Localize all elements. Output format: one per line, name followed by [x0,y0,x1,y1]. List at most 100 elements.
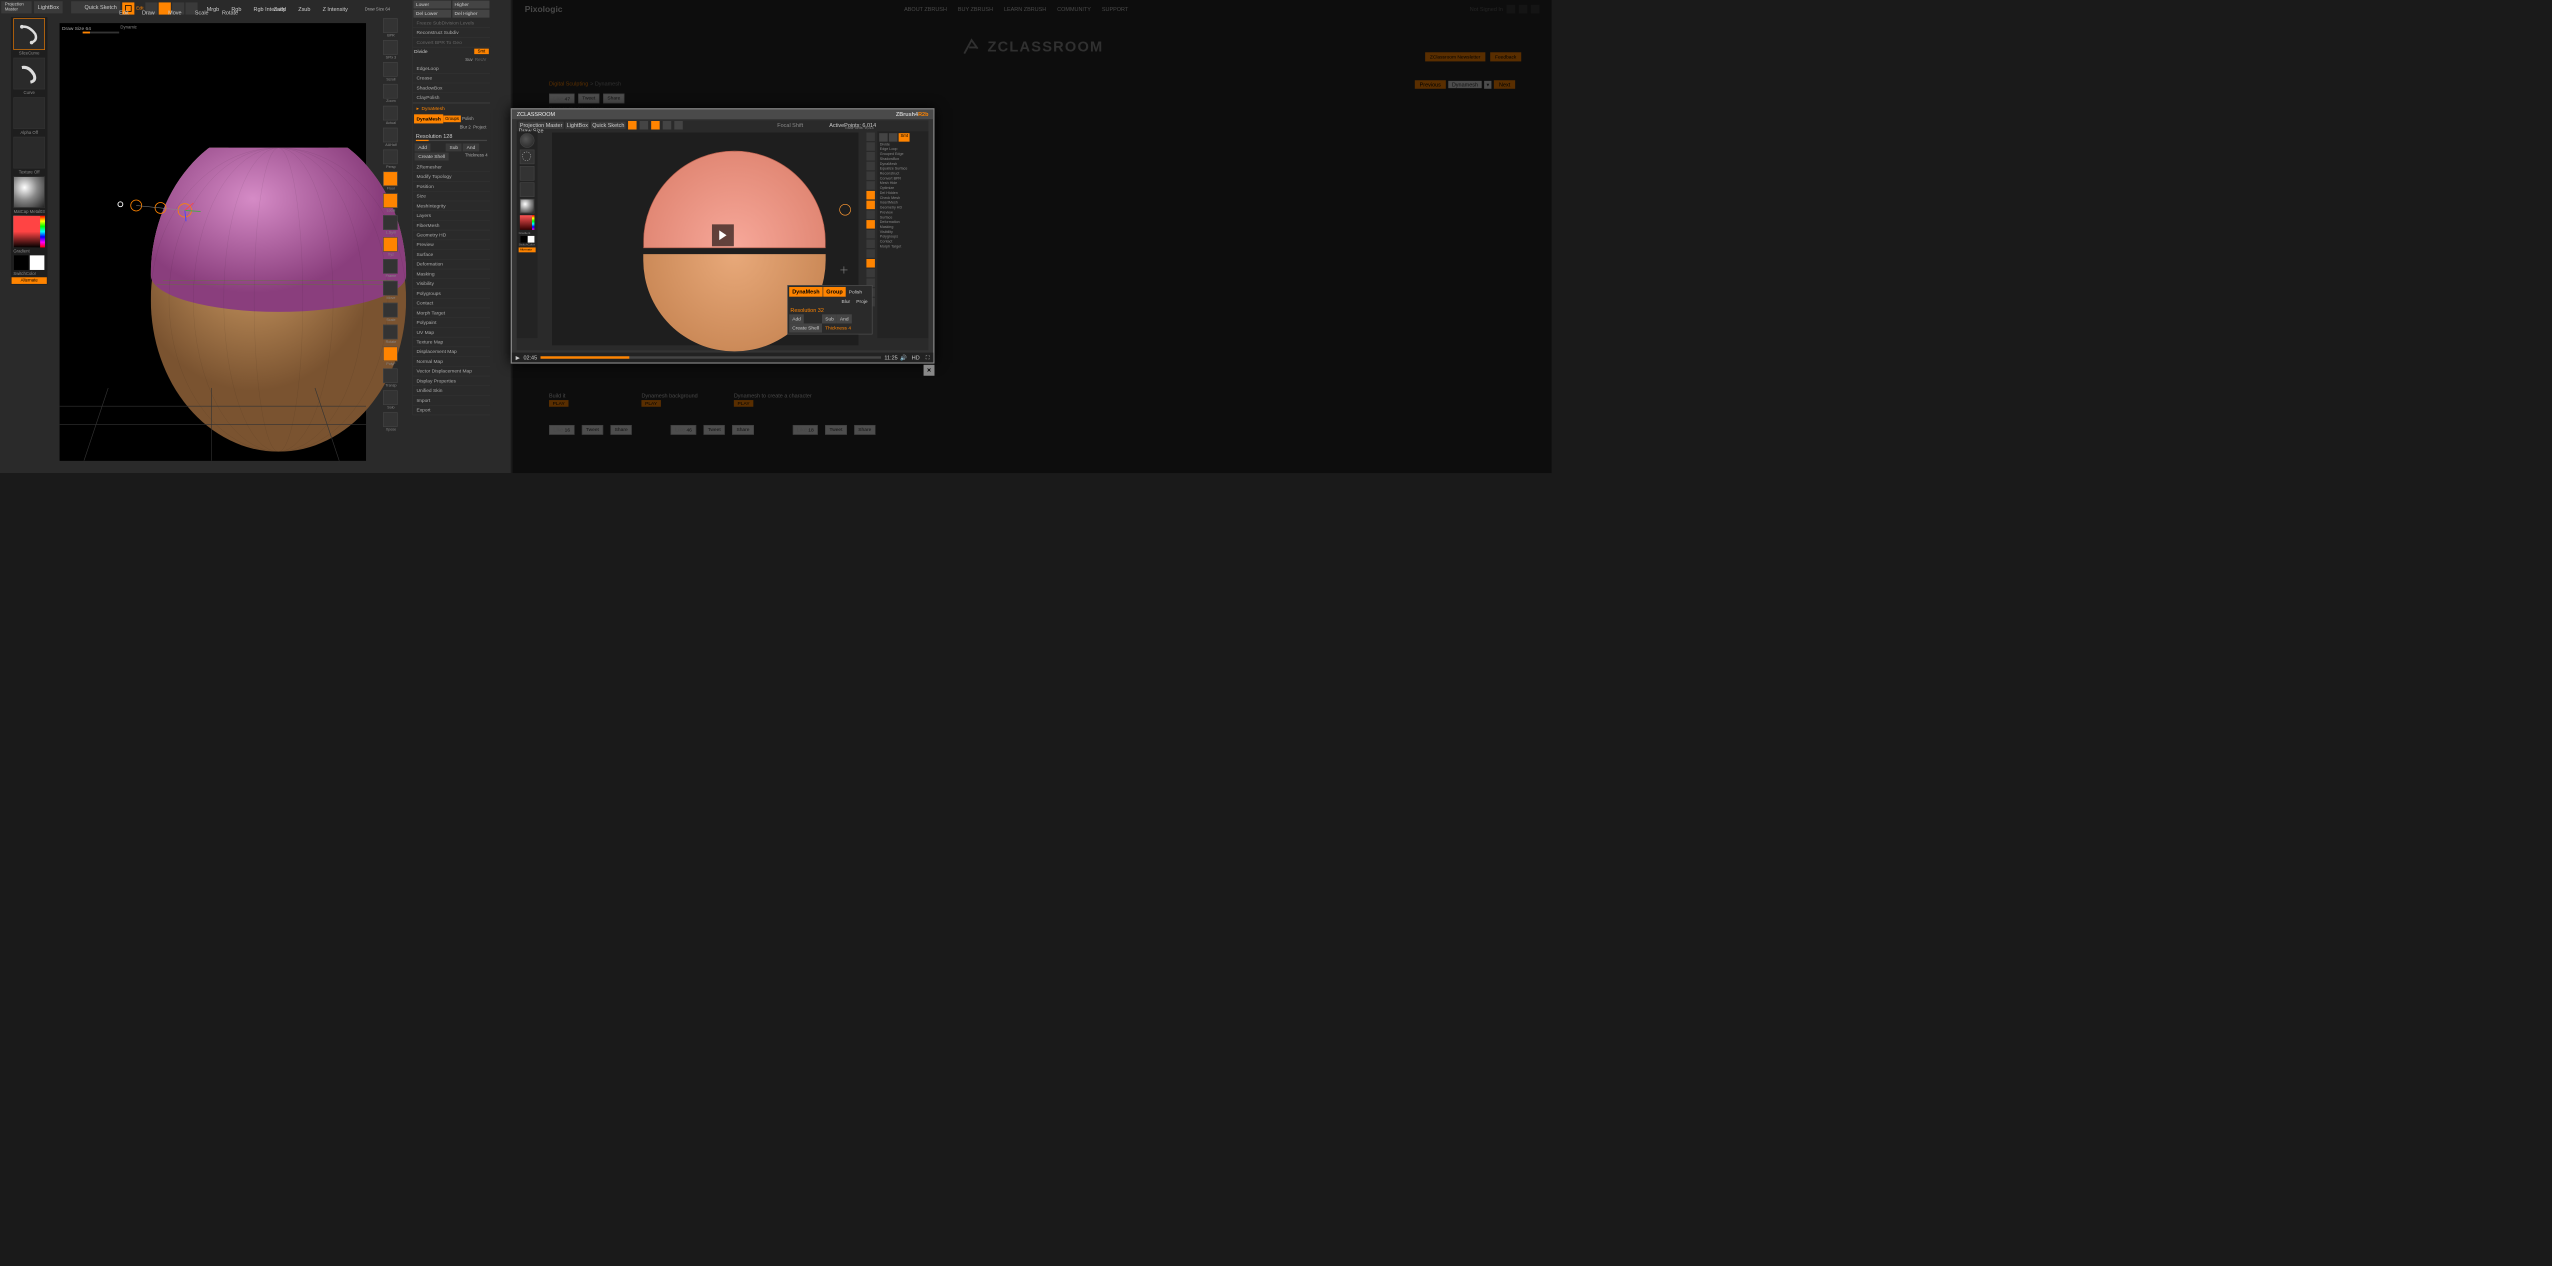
hd-icon[interactable]: HD [909,354,922,360]
rtb-transp[interactable] [383,368,398,383]
divide-button[interactable]: Divide [414,49,474,54]
modal-rtb-3[interactable] [866,162,875,171]
lesson-card[interactable]: Dynamesh backgroundPLAY [641,392,726,407]
modal-gizmo[interactable] [838,202,853,217]
modal-material[interactable] [520,199,535,214]
pop-add[interactable]: Add [789,314,804,323]
play-button[interactable] [712,224,734,246]
section-preview[interactable]: Preview [413,240,490,250]
create-shell-button[interactable]: Create Shell [415,153,449,161]
section-polypaint[interactable]: Polypaint [413,318,490,328]
section-import[interactable]: Import [413,396,490,406]
modal-rtb-11[interactable] [866,240,875,249]
pop-blur[interactable]: Blur [838,297,853,306]
lightbox-button[interactable]: LightBox [34,1,63,13]
reconstruct-button[interactable]: Reconstruct Subdiv [413,28,490,38]
section-fibermesh[interactable]: FiberMesh [413,221,490,231]
add-button[interactable]: Add [415,143,431,151]
modal-rtb-8[interactable] [866,210,875,219]
pop-group[interactable]: Group [823,287,845,297]
fb-like[interactable]: Like 18 [793,425,818,435]
breadcrumb-parent[interactable]: Digital Sculpting [549,81,588,87]
fb-like[interactable]: Like 46 [671,425,696,435]
section-deformation[interactable]: Deformation [413,260,490,270]
modal-rtb-2[interactable] [866,152,875,161]
modal-brush2[interactable] [520,150,535,165]
fullscreen-icon[interactable]: ⛶ [922,354,933,361]
lesson-card[interactable]: Build itPLAY [549,392,634,407]
section-normal-map[interactable]: Normal Map [413,357,490,367]
sub-button[interactable]: Sub [446,143,462,151]
pop-project[interactable]: Proje [853,297,870,306]
section-vector-displacement-map[interactable]: Vector Displacement Map [413,367,490,377]
project-toggle[interactable]: Project [472,124,488,131]
claypolish-button[interactable]: ClayPolish [413,93,490,103]
pixologic-logo[interactable]: Pixologic [525,4,563,14]
modal-rtb-1[interactable] [866,142,875,151]
modify-topology-section[interactable]: Modify Topology [413,172,490,182]
projection-master-button[interactable]: Projection Master [1,1,31,13]
size-section[interactable]: Size [413,192,490,202]
section-masking[interactable]: Masking [413,269,490,279]
rtb-lsym[interactable] [383,215,398,230]
lesson-dropdown[interactable]: ▾ [1484,81,1492,89]
zremesher-section[interactable]: ZRemesher [413,162,490,172]
rtb-scroll[interactable] [383,62,398,77]
fb-like[interactable]: Like 47 [549,94,574,104]
section-uv-map[interactable]: UV Map [413,328,490,338]
rtb-local[interactable] [383,193,398,208]
blur-slider[interactable]: Blur 2 [458,124,472,131]
thickness-slider[interactable]: Thickness 4 [464,152,489,161]
nav-community[interactable]: COMMUNITY [1057,6,1091,12]
color-black[interactable] [14,255,29,270]
modal-rtb-6[interactable] [866,191,875,200]
dynamesh-section[interactable]: DynaMesh [420,105,446,113]
rtb-floor[interactable] [383,171,398,186]
freeze-button[interactable]: Freeze SubDivision Levels [413,18,490,28]
modal-rtb-5[interactable] [866,181,875,190]
section-geometry-hd[interactable]: Geometry HD [413,230,490,240]
modal-rtb-9[interactable] [866,220,875,229]
color-white[interactable] [30,255,45,270]
del-higher-button[interactable]: Del Higher [452,10,489,18]
prev-button[interactable]: Previous [1415,80,1446,89]
rtb-bpr[interactable] [383,18,398,33]
groups-toggle[interactable]: Groups [443,116,461,123]
modal-alpha[interactable] [520,166,535,181]
section-morph-target[interactable]: Morph Target [413,308,490,318]
lesson-select[interactable]: Dynamesh [1448,81,1481,88]
modal-lightbox[interactable]: LightBox [565,122,589,129]
rtb-frame[interactable] [383,259,398,274]
dynamesh-button[interactable]: DynaMesh [414,114,443,123]
section-contact[interactable]: Contact [413,299,490,309]
rtb-rotate[interactable] [383,325,398,340]
crease-button[interactable]: Crease [413,74,490,84]
fb-like[interactable]: Like 16 [549,425,574,435]
section-display-properties[interactable]: Display Properties [413,376,490,386]
shadowbox-button[interactable]: ShadowBox [413,83,490,93]
nav-support[interactable]: SUPPORT [1102,6,1128,12]
material-slot[interactable] [13,176,45,208]
pop-createshell[interactable]: Create Shell [789,323,822,332]
section-displacement-map[interactable]: Displacement Map [413,347,490,357]
nav-buy-zbrush[interactable]: BUY ZBRUSH [958,6,993,12]
and-button[interactable]: And [463,143,479,151]
section-layers[interactable]: Layers [413,211,490,221]
smt-toggle[interactable]: Smt [474,49,489,54]
edgeloop-button[interactable]: EdgeLoop [413,64,490,74]
share-btn[interactable]: Share [603,94,624,104]
seek-track[interactable] [541,356,881,358]
rtb-xpose[interactable] [383,412,398,427]
rtb-polyf[interactable] [383,347,398,362]
lower-button[interactable]: Lower [413,1,450,9]
higher-button[interactable]: Higher [452,1,489,9]
section-export[interactable]: Export [413,406,490,416]
pop-thickness[interactable]: Thickness 4 [822,323,854,332]
newsletter-button[interactable]: ZClassroom Newsletter [1425,52,1485,61]
color-picker[interactable] [13,216,45,248]
pop-polish[interactable]: Polish [846,288,865,297]
alternate-button[interactable]: Alternate [12,277,47,284]
pop-resolution[interactable]: Resolution 32 [789,306,870,315]
suv-toggle[interactable]: Suv [464,57,474,64]
lesson-card[interactable]: Dynamesh to create a characterPLAY [734,392,819,407]
